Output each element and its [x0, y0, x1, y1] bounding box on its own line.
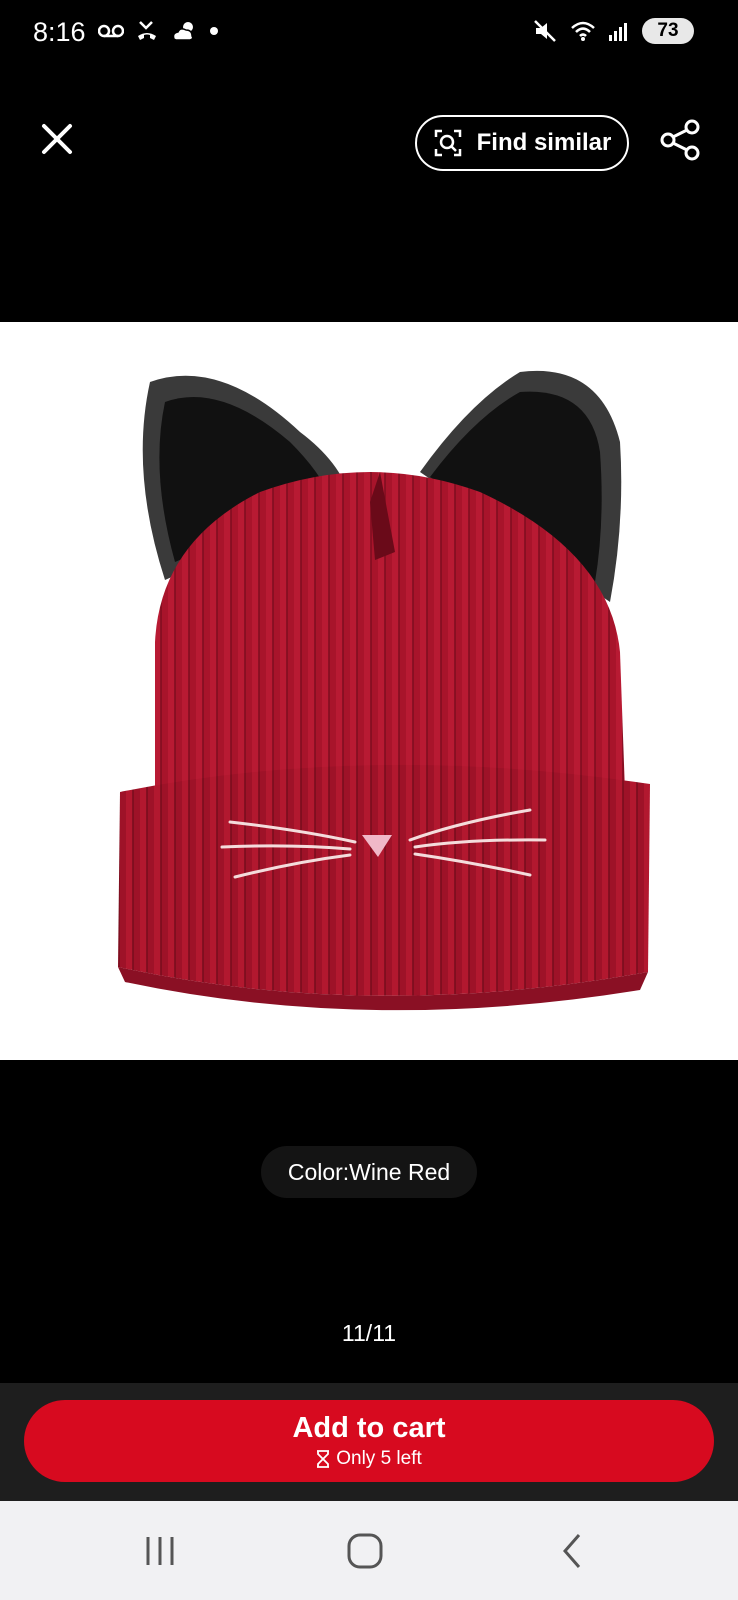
status-time: 8:16 — [33, 17, 86, 47]
color-label-text: Color:Wine Red — [287, 1158, 451, 1185]
image-page-counter: 11/11 — [341, 1320, 397, 1346]
color-label: Color:Wine Red — [261, 1146, 477, 1198]
wifi-icon — [571, 21, 595, 41]
product-image[interactable] — [0, 322, 738, 1060]
close-icon — [42, 124, 72, 154]
share-button[interactable] — [656, 115, 706, 165]
hourglass-icon — [317, 1450, 330, 1468]
stock-text: Only 5 left — [336, 1448, 422, 1469]
battery-level: 73 — [657, 20, 679, 41]
close-button[interactable] — [34, 116, 80, 162]
status-bar: 8:16 73 — [0, 0, 738, 70]
dot-icon — [210, 27, 218, 35]
home-icon — [347, 1533, 383, 1569]
back-button[interactable] — [542, 1525, 602, 1577]
system-nav-bar — [0, 1501, 738, 1600]
voicemail-icon — [98, 24, 124, 38]
recent-apps-icon — [146, 1537, 174, 1565]
visual-search-icon — [434, 129, 461, 157]
find-similar-label: Find similar — [476, 129, 612, 156]
weather-icon — [172, 22, 194, 41]
signal-icon — [609, 23, 627, 41]
mute-icon — [534, 20, 556, 42]
share-icon — [660, 119, 700, 161]
stock-indicator: Only 5 left — [316, 1447, 422, 1471]
status-icons-right: 73 — [532, 18, 694, 44]
back-icon — [563, 1534, 581, 1568]
find-similar-button[interactable]: Find similar — [415, 115, 629, 171]
recent-apps-button[interactable] — [130, 1525, 190, 1577]
status-icons-left — [98, 18, 220, 44]
cat-ear-beanie-image — [118, 370, 650, 1011]
battery-icon: 73 — [642, 18, 694, 44]
cart-bar: Add to cart Only 5 left — [0, 1383, 738, 1501]
missed-call-icon — [138, 21, 156, 40]
home-button[interactable] — [335, 1525, 395, 1577]
add-to-cart-label: Add to cart — [292, 1412, 446, 1444]
top-bar: Find similar — [0, 100, 738, 180]
add-to-cart-button[interactable]: Add to cart Only 5 left — [24, 1400, 714, 1482]
